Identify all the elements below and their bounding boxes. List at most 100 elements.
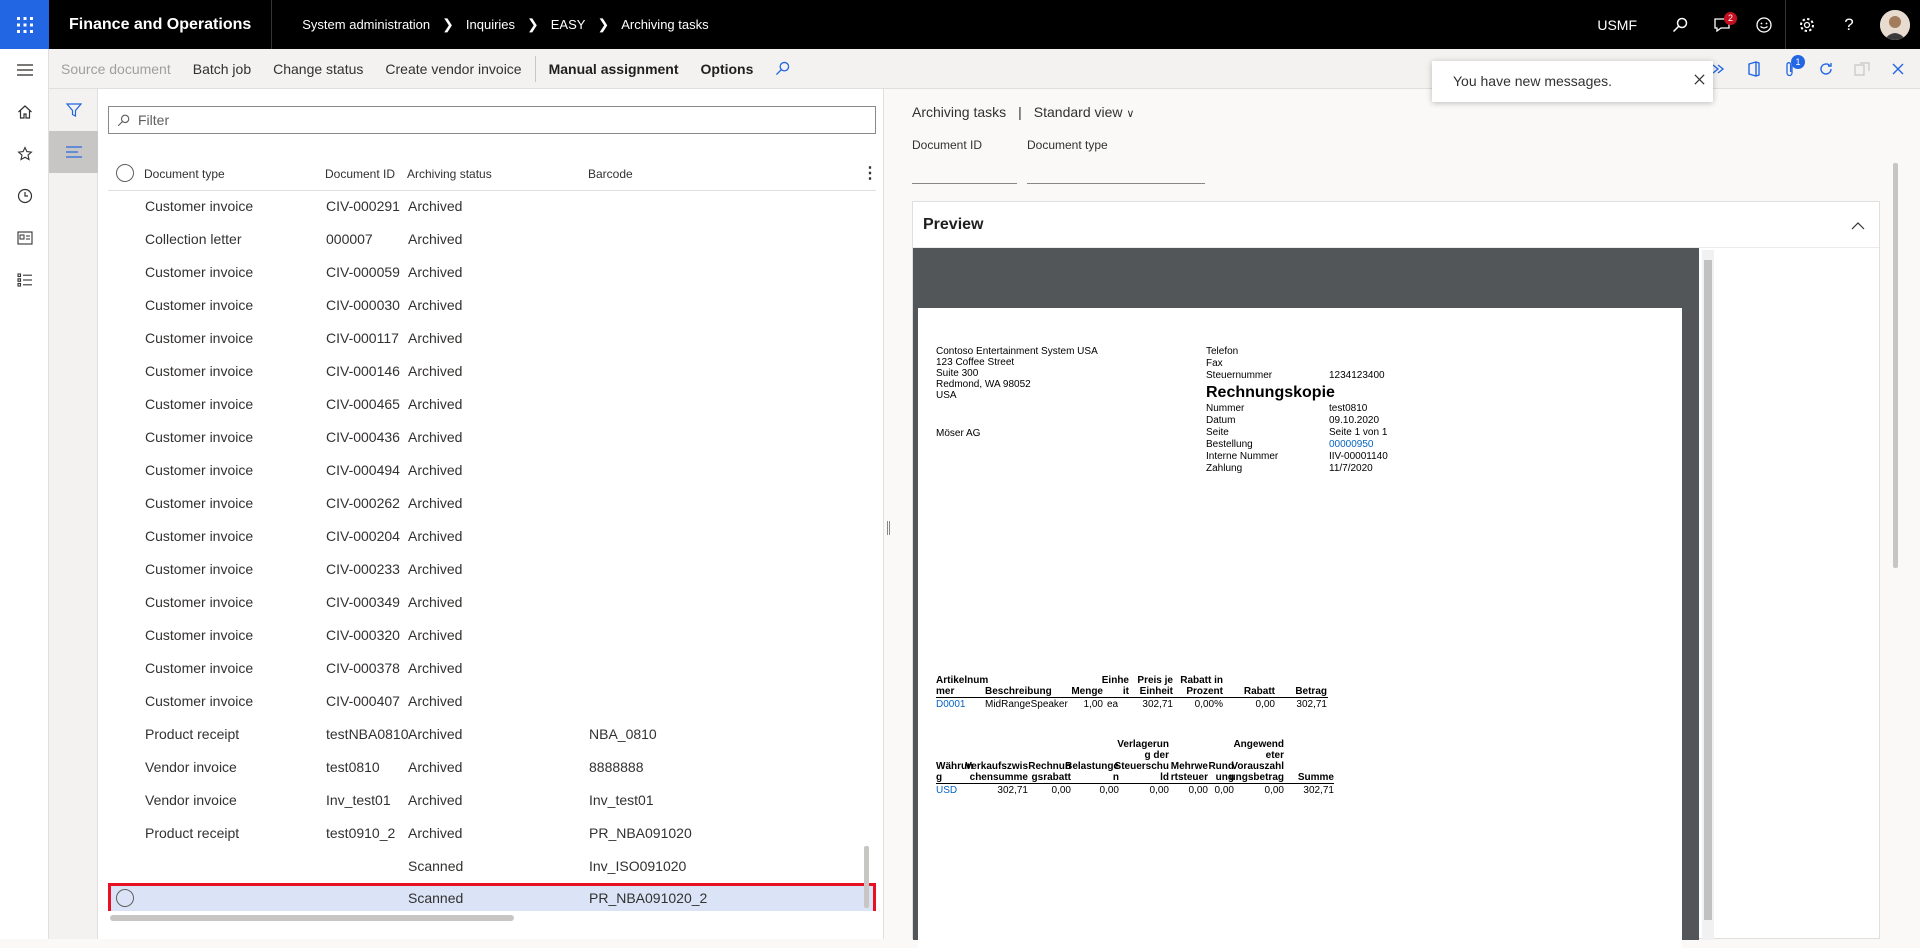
cell-document-type[interactable]: Customer invoice bbox=[145, 627, 253, 643]
breadcrumb-item[interactable]: Archiving tasks bbox=[621, 17, 708, 32]
totals-currency[interactable]: USD bbox=[936, 785, 957, 796]
cell-archiving-status[interactable]: Archived bbox=[408, 627, 462, 643]
table-row[interactable]: Customer invoice CIV-000030 Archived bbox=[108, 290, 876, 323]
table-row[interactable]: Product receipt test0910_2 Archived PR_NBA0… bbox=[108, 818, 876, 851]
vertical-scrollbar[interactable] bbox=[864, 846, 869, 908]
table-row[interactable]: Scanned PR_NBA091020_2 bbox=[108, 883, 876, 911]
preview-header[interactable]: Preview bbox=[913, 202, 1879, 248]
close-icon[interactable] bbox=[1693, 73, 1706, 86]
more-options-icon[interactable]: ⋮ bbox=[862, 163, 878, 183]
table-row[interactable]: Product receipt testNBA0810 Archived NBA_08… bbox=[108, 719, 876, 752]
pdf-viewer[interactable]: Contoso Entertainment System USA 123 Cof… bbox=[913, 248, 1699, 948]
office-button[interactable] bbox=[1736, 49, 1772, 89]
table-row[interactable]: Customer invoice CIV-000262 Archived bbox=[108, 488, 876, 521]
settings-button[interactable] bbox=[1786, 0, 1828, 49]
pdf-scrollbar[interactable] bbox=[1702, 250, 1714, 940]
filter-input[interactable]: Filter bbox=[108, 106, 876, 134]
cell-document-id[interactable]: CIV-000233 bbox=[326, 561, 400, 577]
cell-document-id[interactable]: CIV-000117 bbox=[326, 330, 399, 346]
search-button[interactable] bbox=[1659, 0, 1701, 49]
cell-document-id[interactable]: CIV-000059 bbox=[326, 264, 400, 280]
cell-archiving-status[interactable]: Archived bbox=[408, 495, 462, 511]
cell-barcode[interactable]: 8888888 bbox=[589, 759, 644, 775]
cell-archiving-status[interactable]: Archived bbox=[408, 264, 462, 280]
cell-document-id[interactable]: CIV-000320 bbox=[326, 627, 400, 643]
column-header-barcode[interactable]: Barcode bbox=[588, 167, 633, 181]
table-row[interactable]: Customer invoice CIV-000436 Archived bbox=[108, 422, 876, 455]
cell-document-type[interactable]: Customer invoice bbox=[145, 660, 253, 676]
cell-archiving-status[interactable]: Archived bbox=[408, 561, 462, 577]
cell-barcode[interactable]: PR_NBA091020 bbox=[589, 825, 692, 841]
cell-document-type[interactable]: Customer invoice bbox=[145, 462, 253, 478]
table-row[interactable]: Customer invoice CIV-000320 Archived bbox=[108, 620, 876, 653]
table-row[interactable]: Customer invoice CIV-000117 Archived bbox=[108, 323, 876, 356]
cell-document-id[interactable]: CIV-000204 bbox=[326, 528, 400, 544]
nav-home[interactable] bbox=[0, 91, 49, 133]
cell-archiving-status[interactable]: Archived bbox=[408, 297, 462, 313]
nav-favorites[interactable] bbox=[0, 133, 49, 175]
nav-modules[interactable] bbox=[0, 259, 49, 301]
cell-archiving-status[interactable]: Archived bbox=[408, 363, 462, 379]
cell-archiving-status[interactable]: Archived bbox=[408, 396, 462, 412]
cell-archiving-status[interactable]: Archived bbox=[408, 330, 462, 346]
batch-job-button[interactable]: Batch job bbox=[182, 49, 262, 89]
cell-document-id[interactable]: CIV-000262 bbox=[326, 495, 400, 511]
table-row[interactable]: Customer invoice CIV-000233 Archived bbox=[108, 554, 876, 587]
breadcrumb-item[interactable]: Inquiries bbox=[466, 17, 515, 32]
show-filters-button[interactable] bbox=[49, 89, 98, 131]
cell-barcode[interactable]: NBA_0810 bbox=[589, 726, 657, 742]
table-row[interactable]: Customer invoice CIV-000407 Archived bbox=[108, 686, 876, 719]
cell-document-type[interactable]: Customer invoice bbox=[145, 429, 253, 445]
cell-document-type[interactable]: Customer invoice bbox=[145, 396, 253, 412]
cell-document-id[interactable]: CIV-000407 bbox=[326, 693, 400, 709]
pdf-scrollbar-thumb[interactable] bbox=[1704, 260, 1712, 920]
cell-document-id[interactable]: test0910_2 bbox=[326, 825, 395, 841]
cell-document-id[interactable]: 000007 bbox=[326, 231, 373, 247]
document-type-field[interactable] bbox=[1027, 183, 1205, 184]
source-document-button[interactable]: Source document bbox=[50, 49, 182, 89]
cell-archiving-status[interactable]: Archived bbox=[408, 198, 462, 214]
column-header-document-id[interactable]: Document ID bbox=[325, 167, 395, 181]
table-row[interactable]: Customer invoice CIV-000465 Archived bbox=[108, 389, 876, 422]
info-value[interactable]: 00000950 bbox=[1329, 439, 1374, 450]
cell-document-id[interactable]: CIV-000378 bbox=[326, 660, 400, 676]
cell-archiving-status[interactable]: Archived bbox=[408, 429, 462, 445]
cell-document-id[interactable]: Inv_test01 bbox=[326, 792, 391, 808]
column-header-document-type[interactable]: Document type bbox=[144, 167, 225, 181]
horizontal-scrollbar[interactable] bbox=[110, 915, 514, 921]
details-scrollbar[interactable] bbox=[1893, 163, 1898, 568]
row-select-checkbox[interactable] bbox=[116, 889, 134, 907]
table-row[interactable]: Customer invoice CIV-000291 Archived bbox=[108, 191, 876, 224]
notifications-button[interactable]: 2 bbox=[1701, 0, 1743, 49]
cell-document-type[interactable]: Customer invoice bbox=[145, 198, 253, 214]
cell-document-type[interactable]: Product receipt bbox=[145, 726, 239, 742]
cell-archiving-status[interactable]: Archived bbox=[408, 462, 462, 478]
company-picker[interactable]: USMF bbox=[1597, 17, 1637, 33]
change-status-button[interactable]: Change status bbox=[262, 49, 374, 89]
cell-barcode[interactable]: Inv_ISO091020 bbox=[589, 858, 686, 874]
cell-document-type[interactable]: Customer invoice bbox=[145, 264, 253, 280]
avatar[interactable] bbox=[1880, 9, 1910, 40]
table-row[interactable]: Collection letter 000007 Archived bbox=[108, 224, 876, 257]
manual-assignment-tab[interactable]: Manual assignment bbox=[538, 49, 690, 89]
cell-document-type[interactable]: Product receipt bbox=[145, 825, 239, 841]
table-row[interactable]: Scanned Inv_ISO091020 bbox=[108, 851, 876, 884]
pane-splitter[interactable] bbox=[883, 89, 891, 939]
cell-barcode[interactable]: PR_NBA091020_2 bbox=[589, 890, 707, 906]
cell-document-type[interactable]: Customer invoice bbox=[145, 495, 253, 511]
cell-document-id[interactable]: CIV-000030 bbox=[326, 297, 400, 313]
cell-archiving-status[interactable]: Archived bbox=[408, 693, 462, 709]
cell-document-id[interactable]: test0810 bbox=[326, 759, 380, 775]
cell-archiving-status[interactable]: Scanned bbox=[408, 858, 463, 874]
table-row[interactable]: Customer invoice CIV-000146 Archived bbox=[108, 356, 876, 389]
cell-document-id[interactable]: CIV-000291 bbox=[326, 198, 400, 214]
cell-document-type[interactable]: Customer invoice bbox=[145, 594, 253, 610]
cell-archiving-status[interactable]: Archived bbox=[408, 759, 462, 775]
show-list-button[interactable] bbox=[49, 131, 98, 173]
refresh-button[interactable] bbox=[1808, 49, 1844, 89]
cell-document-id[interactable]: CIV-000146 bbox=[326, 363, 400, 379]
cell-document-id[interactable]: CIV-000465 bbox=[326, 396, 400, 412]
column-header-archiving-status[interactable]: Archiving status bbox=[407, 167, 492, 181]
feedback-button[interactable] bbox=[1743, 0, 1785, 49]
cell-archiving-status[interactable]: Archived bbox=[408, 528, 462, 544]
